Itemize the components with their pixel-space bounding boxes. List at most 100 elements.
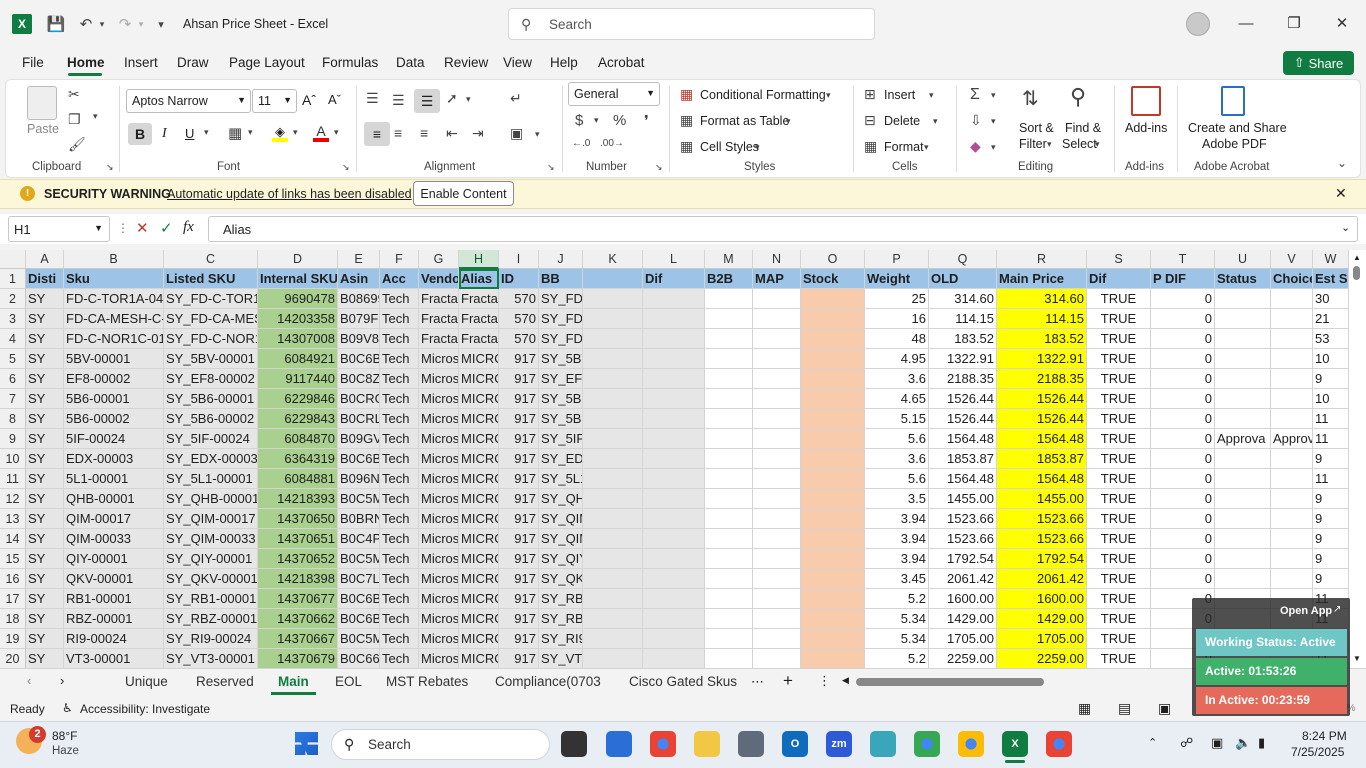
table-cell[interactable]: 1322.91: [997, 349, 1087, 369]
table-cell[interactable]: [643, 289, 705, 309]
chevron-down-icon[interactable]: ▾: [826, 90, 831, 101]
header-cell[interactable]: Status: [1215, 269, 1271, 289]
table-cell[interactable]: 183.52: [929, 329, 997, 349]
delete-cells-button[interactable]: Delete: [884, 114, 920, 128]
table-cell[interactable]: 1564.48: [929, 469, 997, 489]
table-cell[interactable]: Approv: [1271, 429, 1313, 449]
table-cell[interactable]: [1215, 409, 1271, 429]
table-cell[interactable]: [643, 369, 705, 389]
table-cell[interactable]: TRUE: [1087, 309, 1151, 329]
table-cell[interactable]: [583, 629, 643, 649]
row-header[interactable]: 7: [0, 389, 26, 409]
security-message-link[interactable]: Automatic update of links has been disab…: [167, 187, 412, 201]
table-cell[interactable]: [801, 349, 865, 369]
fill-dropdown-icon[interactable]: ▾: [293, 127, 298, 138]
find-select-label[interactable]: Find &: [1065, 121, 1101, 135]
sort-filter-label[interactable]: Sort &: [1019, 121, 1054, 135]
table-cell[interactable]: [801, 629, 865, 649]
restore-icon[interactable]: ❐: [1279, 10, 1309, 36]
table-cell[interactable]: 5.6: [865, 469, 929, 489]
table-cell[interactable]: 917: [499, 569, 539, 589]
battery-icon[interactable]: ▮: [1258, 735, 1265, 751]
table-cell[interactable]: [753, 329, 801, 349]
table-cell[interactable]: SY: [26, 529, 64, 549]
table-cell[interactable]: [583, 409, 643, 429]
table-cell[interactable]: 917: [499, 509, 539, 529]
table-cell[interactable]: TRUE: [1087, 289, 1151, 309]
header-cell[interactable]: Choice: [1271, 269, 1313, 289]
font-color-dropdown-icon[interactable]: ▾: [334, 127, 339, 138]
table-cell[interactable]: [753, 389, 801, 409]
formula-input[interactable]: Alias: [208, 216, 1358, 242]
table-cell[interactable]: Microsoft: [419, 449, 459, 469]
table-cell[interactable]: [1215, 289, 1271, 309]
header-cell[interactable]: Sku: [64, 269, 164, 289]
header-cell[interactable]: Vendor: [419, 269, 459, 289]
table-cell[interactable]: [643, 429, 705, 449]
table-cell[interactable]: [1271, 409, 1313, 429]
table-cell[interactable]: 9117440: [258, 369, 338, 389]
normal-view-icon[interactable]: ▦: [1078, 700, 1091, 717]
table-cell[interactable]: 6229843: [258, 409, 338, 429]
table-cell[interactable]: [583, 329, 643, 349]
table-cell[interactable]: 1455.00: [929, 489, 997, 509]
cell-styles-button[interactable]: Cell Styles: [700, 140, 759, 154]
add-sheet-icon[interactable]: +: [783, 671, 793, 691]
bold-icon[interactable]: B: [128, 123, 152, 145]
table-cell[interactable]: 1523.66: [929, 509, 997, 529]
table-cell[interactable]: [643, 509, 705, 529]
table-cell[interactable]: TRUE: [1087, 409, 1151, 429]
table-cell[interactable]: [1271, 349, 1313, 369]
table-cell[interactable]: Tech: [380, 289, 419, 309]
table-cell[interactable]: 5.15: [865, 409, 929, 429]
table-cell[interactable]: Tech: [380, 389, 419, 409]
decrease-font-icon[interactable]: Aˇ: [328, 92, 341, 107]
collapse-ribbon-icon[interactable]: ⌄: [1337, 156, 1347, 170]
table-cell[interactable]: Tech: [380, 369, 419, 389]
table-cell[interactable]: SY: [26, 329, 64, 349]
table-cell[interactable]: 5.2: [865, 589, 929, 609]
row-header[interactable]: 2: [0, 289, 26, 309]
table-cell[interactable]: TRUE: [1087, 389, 1151, 409]
table-cell[interactable]: 2061.42: [929, 569, 997, 589]
currency-dropdown-icon[interactable]: ▾: [594, 115, 599, 126]
table-cell[interactable]: [801, 589, 865, 609]
tab-help[interactable]: Help: [550, 55, 578, 70]
number-format-select[interactable]: General ▼: [568, 82, 660, 106]
redo-dropdown-icon[interactable]: ▾: [135, 14, 147, 34]
network-icon[interactable]: ☍: [1180, 735, 1193, 751]
table-cell[interactable]: SY_FD-C-TOR1A-04: [539, 289, 583, 309]
sheet-options-icon[interactable]: ⋮: [818, 673, 831, 689]
table-cell[interactable]: [801, 569, 865, 589]
table-cell[interactable]: QIY-00001: [64, 549, 164, 569]
paste-icon[interactable]: [27, 86, 57, 120]
enable-content-button[interactable]: Enable Content: [413, 181, 514, 206]
table-cell[interactable]: Microsoft: [419, 609, 459, 629]
table-cell[interactable]: 3.5: [865, 489, 929, 509]
table-cell[interactable]: VT3-00001: [64, 649, 164, 668]
column-header[interactable]: K: [583, 250, 643, 269]
table-cell[interactable]: SY: [26, 369, 64, 389]
table-cell[interactable]: SY_5L1-00001: [539, 469, 583, 489]
table-cell[interactable]: SY: [26, 409, 64, 429]
table-cell[interactable]: SY: [26, 449, 64, 469]
table-cell[interactable]: 2188.35: [997, 369, 1087, 389]
table-cell[interactable]: 14370651: [258, 529, 338, 549]
table-cell[interactable]: Tech: [380, 549, 419, 569]
table-cell[interactable]: [801, 329, 865, 349]
table-cell[interactable]: [705, 529, 753, 549]
align-left-icon[interactable]: ≡: [364, 122, 390, 146]
table-cell[interactable]: 5B6-00002: [64, 409, 164, 429]
undo-dropdown-icon[interactable]: ▾: [96, 14, 108, 34]
header-cell[interactable]: Disti: [26, 269, 64, 289]
insert-function-icon[interactable]: fx: [183, 219, 194, 236]
conditional-formatting-button[interactable]: Conditional Formatting: [700, 88, 826, 102]
table-cell[interactable]: 1322.91: [929, 349, 997, 369]
table-cell[interactable]: Microsoft: [419, 589, 459, 609]
table-cell[interactable]: 2188.35: [929, 369, 997, 389]
table-cell[interactable]: [705, 569, 753, 589]
table-cell[interactable]: 1526.44: [997, 389, 1087, 409]
header-cell[interactable]: BB: [539, 269, 583, 289]
table-cell[interactable]: 570: [499, 309, 539, 329]
table-cell[interactable]: [753, 529, 801, 549]
